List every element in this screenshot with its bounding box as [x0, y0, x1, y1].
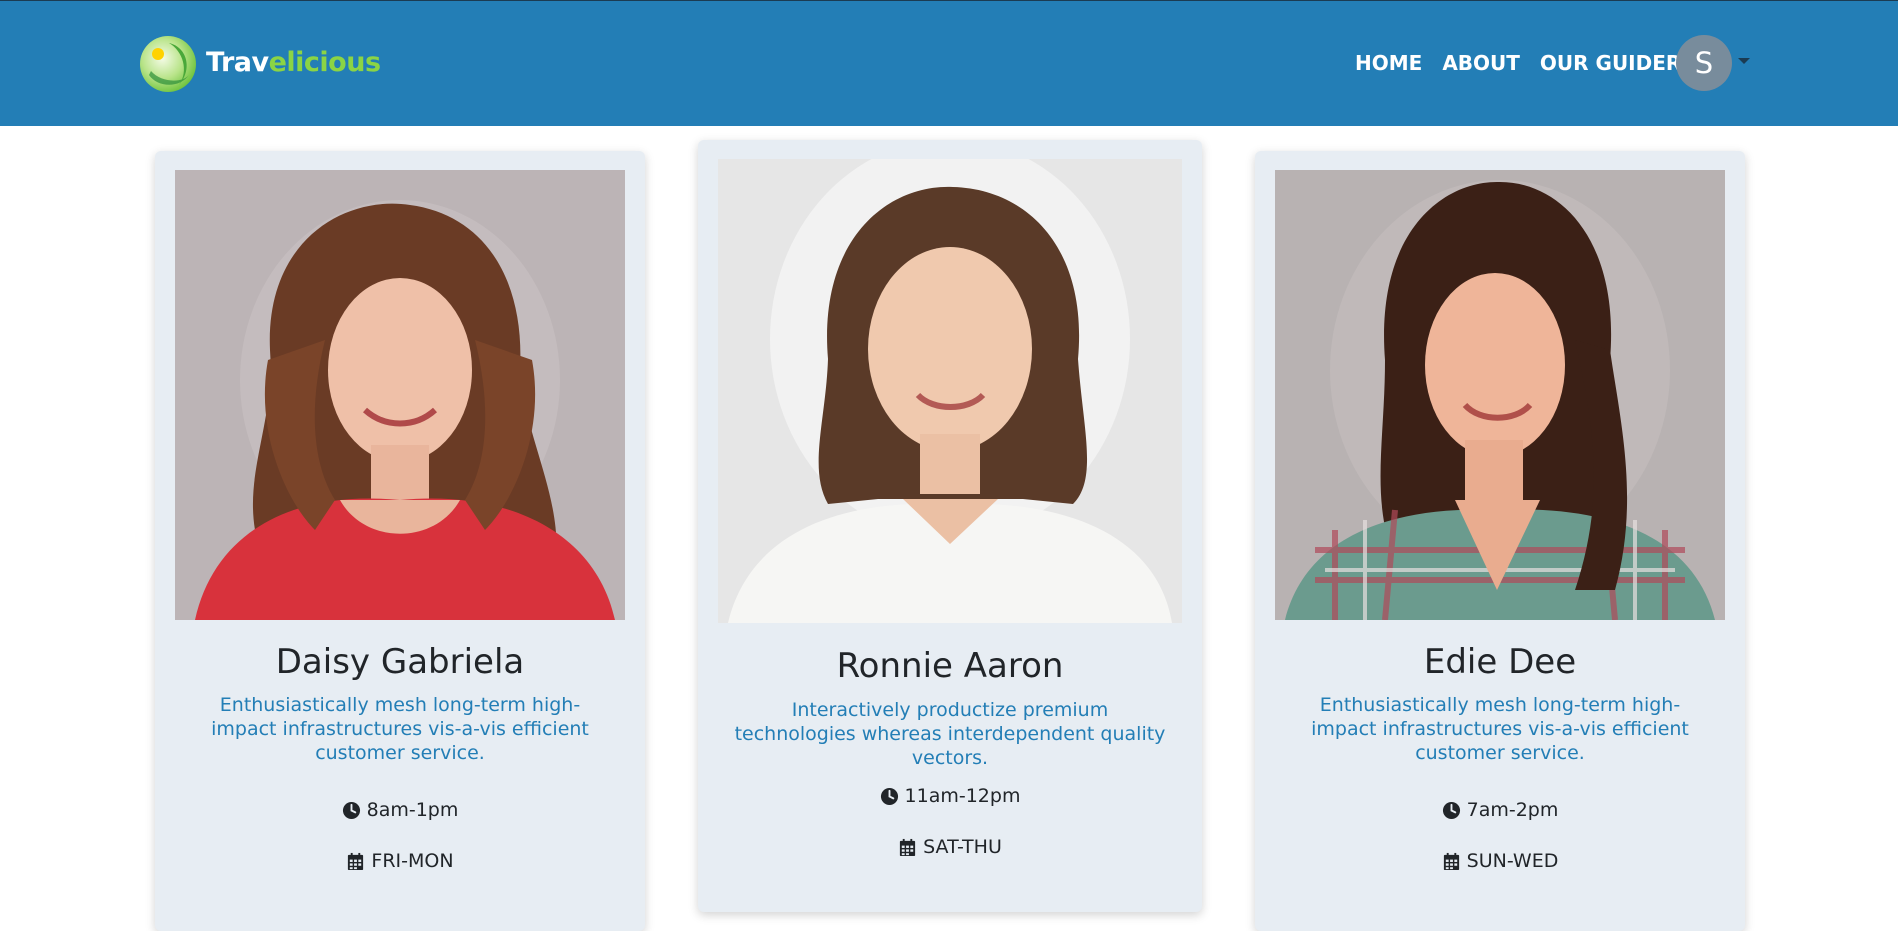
guide-photo: [718, 159, 1182, 623]
guide-name: Ronnie Aaron: [836, 646, 1064, 686]
guide-description: Enthusiastically mesh long-term high-imp…: [211, 694, 589, 764]
travelicious-logo-icon: [140, 36, 196, 92]
guide-days-text: SAT-THU: [923, 836, 1002, 858]
main-nav: HOME ABOUT OUR GUIDERS: [1355, 51, 1716, 75]
nav-our-guiders[interactable]: OUR GUIDERS: [1540, 51, 1696, 75]
guide-hours-text: 11am-12pm: [904, 785, 1021, 807]
guide-days-text: FRI-MON: [371, 850, 454, 872]
top-navbar: Travelicious HOME ABOUT OUR GUIDERS S: [0, 0, 1898, 126]
guide-photo: [1275, 170, 1725, 620]
guide-hours-text: 7am-2pm: [1466, 799, 1559, 821]
guide-hours: 11am-12pm: [698, 785, 1202, 807]
clock-icon: [1442, 801, 1460, 819]
brand-name: Travelicious: [206, 47, 381, 78]
guide-name: Daisy Gabriela: [275, 642, 525, 682]
guide-card: Ronnie Aaron Interactively productize pr…: [698, 140, 1202, 912]
calendar-icon: [348, 852, 364, 870]
guide-hours-text: 8am-1pm: [366, 799, 459, 821]
guide-card: Daisy Gabriela Enthusiastically mesh lon…: [155, 151, 645, 931]
guide-days: SUN-WED: [1255, 850, 1745, 872]
brand-name-part1: Trav: [206, 46, 269, 78]
nav-home[interactable]: HOME: [1355, 51, 1422, 75]
nav-about[interactable]: ABOUT: [1442, 51, 1520, 75]
guide-days-text: SUN-WED: [1466, 850, 1559, 872]
guide-description: Interactively productize premium technol…: [734, 699, 1166, 769]
brand-name-part2: elicious: [268, 46, 381, 78]
guide-photo: [175, 170, 625, 620]
guide-card: Edie Dee Enthusiastically mesh long-term…: [1255, 151, 1745, 931]
guide-hours: 8am-1pm: [155, 799, 645, 821]
guide-days: FRI-MON: [155, 850, 645, 872]
calendar-icon: [900, 838, 916, 856]
brand-logo-link[interactable]: Travelicious: [139, 35, 381, 93]
guide-days: SAT-THU: [698, 836, 1202, 858]
guide-hours: 7am-2pm: [1255, 799, 1745, 821]
clock-icon: [342, 801, 360, 819]
clock-icon: [880, 787, 898, 805]
user-avatar[interactable]: S: [1676, 35, 1732, 91]
calendar-icon: [1443, 852, 1459, 870]
guide-description: Enthusiastically mesh long-term high-imp…: [1311, 694, 1689, 764]
chevron-down-icon[interactable]: [1738, 58, 1750, 64]
guide-name: Edie Dee: [1423, 642, 1577, 682]
